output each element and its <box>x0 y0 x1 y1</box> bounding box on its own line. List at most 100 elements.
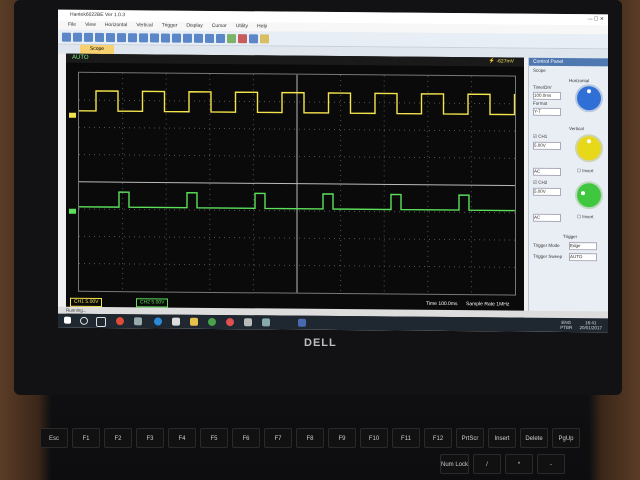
ch1-volt-value: 5.00V <box>534 142 546 148</box>
pause-icon[interactable] <box>249 33 258 43</box>
time-div-select[interactable]: 100.0ms <box>533 91 561 100</box>
trigger-mode-select[interactable]: Edge <box>569 242 597 251</box>
function-key[interactable]: F3 <box>136 428 164 448</box>
menu-help[interactable]: Help <box>257 22 267 31</box>
print-icon[interactable] <box>84 32 93 42</box>
ch1-coupling-value: AC <box>534 168 541 174</box>
function-key[interactable]: PrtScr <box>456 428 484 448</box>
screen-bezel: Hantek6022BE Ver 1.0.3 — ☐ ✕ File View H… <box>14 0 622 395</box>
menu-utility[interactable]: Utility <box>236 22 248 31</box>
menu-view[interactable]: View <box>85 21 96 30</box>
ch1-icon[interactable] <box>106 32 115 42</box>
measure-icon[interactable] <box>172 33 181 43</box>
tab-scope[interactable]: Scope <box>80 44 114 55</box>
store-icon[interactable] <box>172 317 180 326</box>
record-icon[interactable] <box>183 33 192 43</box>
ch2-enable-checkbox[interactable]: ☑ CH2 <box>533 180 547 186</box>
grid-lines <box>79 73 515 295</box>
numpad-key[interactable]: * <box>505 454 534 474</box>
knob-indicator <box>581 191 585 196</box>
function-key[interactable]: Esc <box>40 428 68 448</box>
open-icon[interactable] <box>62 32 71 42</box>
function-key[interactable]: F7 <box>264 428 292 448</box>
reference-icon[interactable] <box>139 32 148 42</box>
ch1-volt-select[interactable]: 5.00V <box>533 141 561 150</box>
ch2-enable-label: CH2 <box>538 179 548 185</box>
ch2-volt-knob[interactable] <box>577 183 601 208</box>
function-key[interactable]: F10 <box>360 428 388 448</box>
clock[interactable]: 16:41 20/01/2017 <box>579 320 602 330</box>
save-icon[interactable] <box>73 32 82 42</box>
horizontal-knob[interactable] <box>577 86 601 111</box>
wave-icon[interactable] <box>205 33 214 43</box>
task-view-icon[interactable] <box>96 316 106 328</box>
media-icon[interactable] <box>226 318 234 327</box>
function-key[interactable]: Insert <box>488 428 516 448</box>
function-key[interactable]: F1 <box>72 428 100 448</box>
app-icon[interactable] <box>244 318 252 327</box>
ch2-coupling-select[interactable]: AC <box>533 213 561 222</box>
settings-icon[interactable] <box>134 317 142 326</box>
function-key[interactable]: F9 <box>328 428 356 448</box>
start-icon[interactable] <box>64 316 71 324</box>
hantek-app-icon[interactable] <box>298 318 306 327</box>
function-key[interactable]: F5 <box>200 428 228 448</box>
edge-icon[interactable] <box>154 317 162 326</box>
function-key[interactable]: Delete <box>520 428 548 448</box>
language-indicator[interactable]: ENG PTBR <box>560 320 572 330</box>
stop-icon[interactable] <box>238 33 247 43</box>
ch1-marker[interactable] <box>69 112 76 118</box>
search-icon[interactable] <box>80 316 88 325</box>
numpad-key[interactable]: - <box>537 454 566 474</box>
ch2-marker[interactable] <box>69 208 76 214</box>
time-div-value: 100.0ms <box>534 92 552 98</box>
numpad-key[interactable]: Num Lock <box>440 454 470 474</box>
ch2-icon[interactable] <box>117 32 126 42</box>
function-key[interactable]: F8 <box>296 428 324 448</box>
menu-file[interactable]: File <box>68 21 76 30</box>
ch2-invert-label: Invert <box>582 214 594 220</box>
trigger-sweep-label: Trigger Sweep <box>533 253 563 259</box>
fft-icon[interactable] <box>150 32 159 42</box>
math-icon[interactable] <box>128 32 137 42</box>
trigger-level-badge: ⚡ -627mV <box>489 58 514 64</box>
numpad-key[interactable]: / <box>473 454 502 474</box>
ch1-coupling-select[interactable]: AC <box>533 167 561 176</box>
function-key[interactable]: F4 <box>168 428 196 448</box>
photos-icon[interactable] <box>262 318 270 327</box>
help-icon[interactable] <box>260 33 269 43</box>
menu-horizontal[interactable]: Horizontal <box>105 21 128 30</box>
function-key[interactable]: PgUp <box>552 428 580 448</box>
ch1-volt-knob[interactable] <box>577 136 601 161</box>
menu-vertical[interactable]: Vertical <box>136 21 152 30</box>
trigger-sweep-select[interactable]: AUTO <box>569 253 597 262</box>
format-select[interactable]: Y-T <box>533 107 561 116</box>
menu-cursor[interactable]: Cursor <box>212 22 227 31</box>
keyboard: Esc F1 F2 F3 F4 F5 F6 F7 F8 F9 F10 F11 F12 PrtScr Inse… <box>40 420 620 480</box>
zoom-icon[interactable] <box>194 33 203 43</box>
cursor-icon[interactable] <box>161 32 170 43</box>
function-key[interactable]: F11 <box>392 428 420 448</box>
system-tray[interactable]: ENG PTBR 16:41 20/01/2017 <box>560 320 602 330</box>
ch2-volt-select[interactable]: 5.00V <box>533 187 561 196</box>
ch1-invert-checkbox[interactable]: ☐ Invert <box>577 168 594 174</box>
function-key[interactable]: F6 <box>232 428 260 448</box>
ch2-invert-checkbox[interactable]: ☐ Invert <box>577 214 594 220</box>
ch1-enable-checkbox[interactable]: ☑ CH1 <box>533 134 547 140</box>
ch1-status-value: 5.00V <box>85 298 99 305</box>
print-preview-icon[interactable] <box>95 32 104 42</box>
chrome-alt-icon[interactable] <box>208 317 216 326</box>
function-key[interactable]: F12 <box>424 428 452 448</box>
chrome-icon[interactable] <box>116 317 124 326</box>
control-panel-subtitle: Scope <box>533 67 546 73</box>
run-icon[interactable] <box>227 33 236 43</box>
window-controls[interactable]: — ☐ ✕ <box>588 14 604 25</box>
explorer-icon[interactable] <box>190 317 198 326</box>
horizontal-section-title: Horizontal <box>569 78 590 84</box>
function-key[interactable]: F2 <box>104 428 132 448</box>
persist-icon[interactable] <box>216 33 225 43</box>
menu-display[interactable]: Display <box>186 22 202 31</box>
ch2-volt-value: 5.00V <box>534 188 546 194</box>
menu-trigger[interactable]: Trigger <box>162 22 178 31</box>
ch1-enable-label: CH1 <box>538 133 548 139</box>
